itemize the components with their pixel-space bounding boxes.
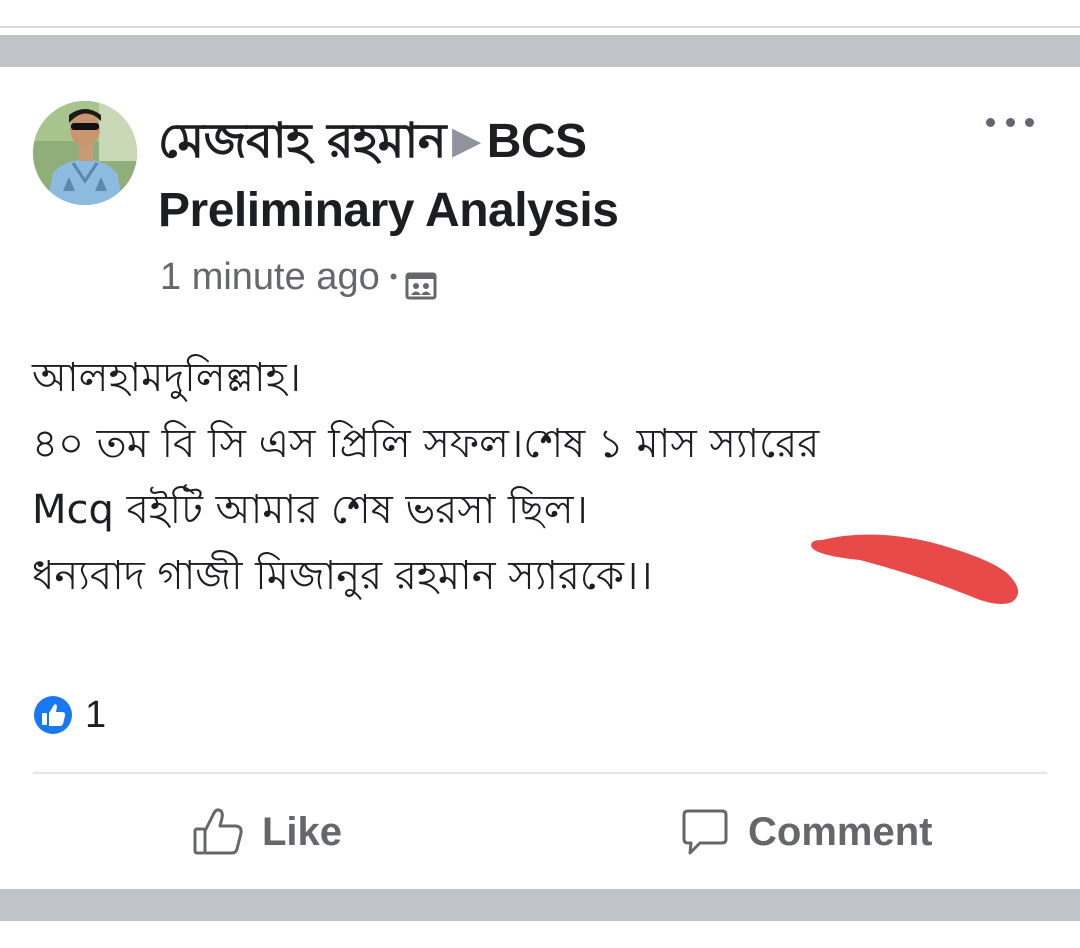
comment-button[interactable]: Comment (678, 800, 932, 864)
more-dot-icon (986, 117, 995, 127)
post-timestamp[interactable]: 1 minute ago (160, 252, 380, 302)
thumbs-up-icon (193, 808, 243, 855)
author-avatar[interactable] (33, 101, 137, 205)
author-name-link[interactable]: মেজবাহ রহমান (158, 113, 446, 169)
post-text-line: আলহামদুলিল্লাহ। (32, 355, 301, 401)
post-header-title: মেজবাহ রহমান ▶ BCS Preliminary Analysis (158, 108, 718, 244)
like-label: Like (262, 809, 343, 854)
facebook-post-screen: মেজবাহ রহমান ▶ BCS Preliminary Analysis 1 m… (0, 0, 1080, 948)
post-text-line: ৪০ তম বি সি এস প্রিলি সফল।শেষ ১ মাস স্যা… (32, 421, 820, 467)
top-divider (0, 26, 1080, 28)
red-highlight-mark (811, 534, 1019, 604)
more-dot-icon (1025, 117, 1034, 127)
shared-to-arrow-icon: ▶ (451, 120, 481, 162)
more-options-button[interactable] (986, 110, 1034, 134)
meta-separator: • (389, 264, 398, 289)
avatar-photo (33, 101, 137, 205)
comment-label: Comment (748, 809, 933, 854)
more-dot-icon (1005, 117, 1015, 127)
group-name-line1: BCS (486, 115, 587, 168)
group-name-line2: Preliminary Analysis (158, 184, 619, 237)
like-button[interactable]: Like (192, 800, 342, 864)
feed-separator-bottom (0, 889, 1080, 921)
like-reaction-icon (34, 696, 72, 734)
reaction-count: 1 (85, 694, 107, 736)
actions-divider (33, 772, 1047, 774)
feed-separator-top (0, 35, 1080, 67)
comment-bubble-icon (682, 809, 728, 855)
group-privacy-icon (405, 263, 437, 300)
post-meta: 1 minute ago • (160, 252, 437, 302)
reaction-summary[interactable]: 1 (33, 693, 106, 737)
